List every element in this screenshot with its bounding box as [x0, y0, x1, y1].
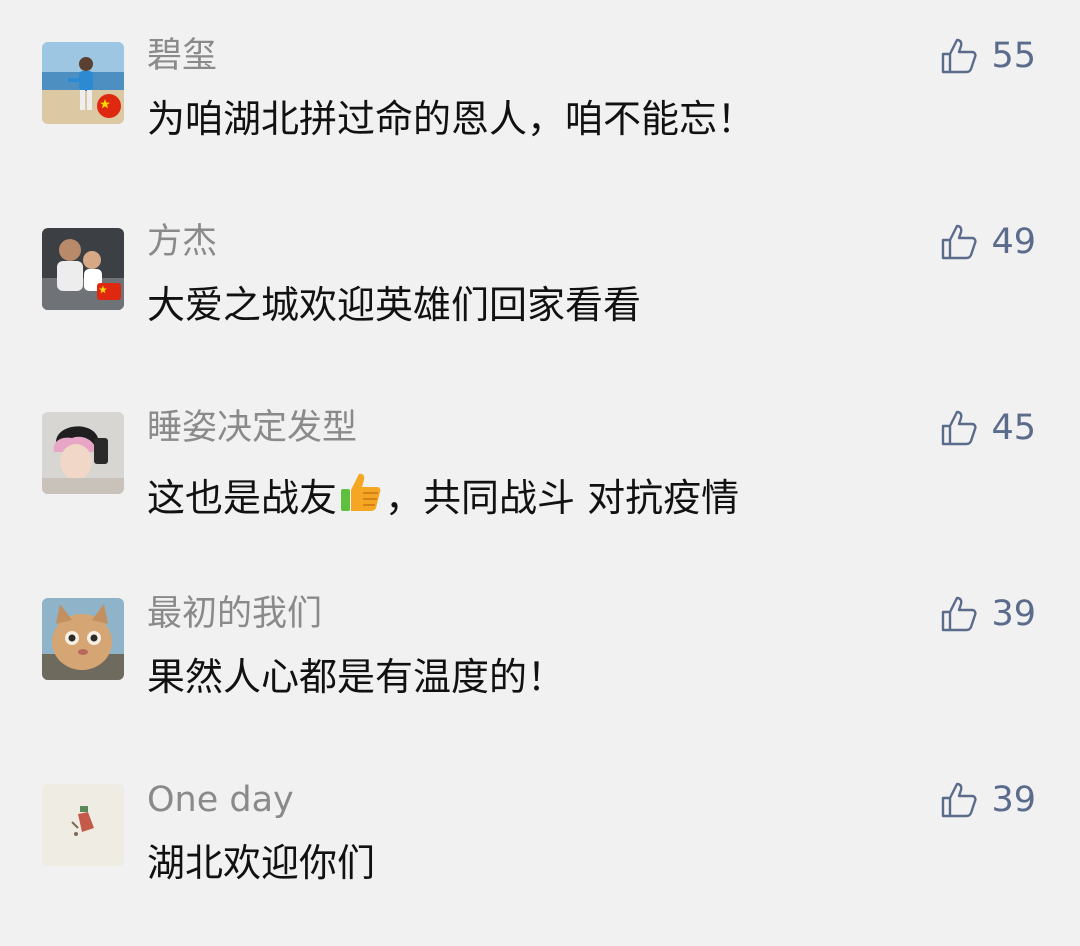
- china-flag-icon: [97, 283, 121, 300]
- comment-list: 碧玺 为咱湖北拼过命的恩人，咱不能忘！ 55 方杰 大爱之城欢迎英雄们回家看看 …: [0, 0, 1080, 946]
- avatar[interactable]: [42, 228, 124, 310]
- comment-author[interactable]: 睡姿决定发型: [147, 408, 357, 448]
- like-button[interactable]: 49: [939, 220, 1036, 264]
- comment-text: 湖北欢迎你们: [147, 841, 376, 885]
- avatar[interactable]: [42, 784, 124, 866]
- thumbs-up-icon: [942, 224, 978, 260]
- thumbs-up-icon: [942, 596, 978, 632]
- comment-text: 这也是战友 ，共同战斗 对抗疫情: [147, 469, 739, 520]
- comment-item: 最初的我们 果然人心都是有温度的！ 39: [0, 558, 1080, 744]
- comment-text-part: ，共同战斗 对抗疫情: [385, 476, 740, 520]
- avatar[interactable]: [42, 598, 124, 680]
- comment-item: 方杰 大爱之城欢迎英雄们回家看看 49: [0, 186, 1080, 372]
- thumbs-up-icon: [942, 410, 978, 446]
- avatar[interactable]: [42, 412, 124, 494]
- like-count: 45: [991, 408, 1036, 448]
- comment-text: 大爱之城欢迎英雄们回家看看: [147, 283, 642, 327]
- thumbs-up-icon: [942, 782, 978, 818]
- thumbs-up-icon: [942, 38, 978, 74]
- like-count: 39: [991, 780, 1036, 820]
- comment-text-part: 这也是战友: [147, 476, 338, 520]
- thumbs-up-emoji-icon: [341, 473, 381, 511]
- comment-item: 睡姿决定发型 这也是战友 ，共同战斗 对抗疫情 45: [0, 372, 1080, 558]
- like-button[interactable]: 55: [939, 34, 1036, 78]
- like-button[interactable]: 39: [939, 592, 1036, 636]
- comment-author[interactable]: 碧玺: [147, 36, 217, 76]
- avatar[interactable]: [42, 42, 124, 124]
- avatar-photo: [42, 784, 124, 866]
- comment-item: 碧玺 为咱湖北拼过命的恩人，咱不能忘！ 55: [0, 0, 1080, 186]
- avatar-photo: [42, 598, 124, 680]
- comment-text: 为咱湖北拼过命的恩人，咱不能忘！: [147, 97, 756, 141]
- like-button[interactable]: 45: [939, 406, 1036, 450]
- like-count: 39: [991, 594, 1036, 634]
- comment-author[interactable]: 最初的我们: [147, 594, 322, 634]
- china-flag-icon: [97, 94, 121, 118]
- like-count: 49: [991, 222, 1036, 262]
- like-count: 55: [991, 36, 1036, 76]
- comment-text: 果然人心都是有温度的！: [147, 655, 566, 699]
- like-button[interactable]: 39: [939, 778, 1036, 822]
- comment-author[interactable]: One day: [147, 780, 294, 820]
- avatar-photo: [42, 412, 124, 494]
- comment-item: One day 湖北欢迎你们 39: [0, 744, 1080, 930]
- comment-author[interactable]: 方杰: [147, 222, 217, 262]
